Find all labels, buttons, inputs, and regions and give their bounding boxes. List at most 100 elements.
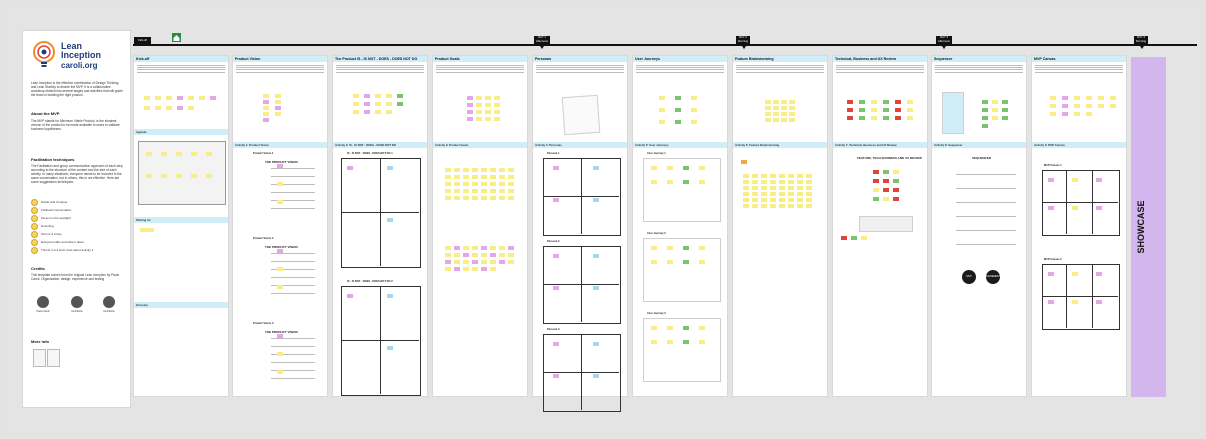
sticky-note[interactable] <box>481 196 487 200</box>
sticky-note[interactable] <box>859 100 865 104</box>
sticky-note[interactable] <box>797 174 803 178</box>
sticky-note[interactable] <box>277 249 283 253</box>
sticky-note[interactable] <box>263 94 269 98</box>
sticky-note[interactable] <box>364 102 370 106</box>
activity-column[interactable]: Sequencer Activity 8: Sequencer SEQUENCER M… <box>931 55 1027 397</box>
sticky-note[interactable] <box>499 246 505 250</box>
sticky-note[interactable] <box>651 180 657 184</box>
sticky-note[interactable] <box>667 246 673 250</box>
mvp-marker[interactable]: MVP <box>962 270 976 284</box>
sticky-note[interactable] <box>675 120 681 124</box>
sticky-note[interactable] <box>761 198 767 202</box>
sticky-note[interactable] <box>895 116 901 120</box>
sticky-note[interactable] <box>387 346 393 350</box>
sticky-note[interactable] <box>1050 104 1056 108</box>
sticky-note[interactable] <box>788 180 794 184</box>
sticky-note[interactable] <box>140 228 154 232</box>
sticky-note[interactable] <box>485 103 491 107</box>
sticky-note[interactable] <box>797 204 803 208</box>
sticky-note[interactable] <box>1062 96 1068 100</box>
sticky-note[interactable] <box>743 186 749 190</box>
sticky-note[interactable] <box>743 204 749 208</box>
sticky-note[interactable] <box>752 186 758 190</box>
sticky-note[interactable] <box>277 334 283 338</box>
sticky-note[interactable] <box>779 204 785 208</box>
showcase-panel[interactable]: SHOWCASE <box>1131 57 1166 397</box>
sticky-note[interactable] <box>797 192 803 196</box>
sticky-note[interactable] <box>851 236 857 240</box>
sticky-note[interactable] <box>651 246 657 250</box>
sticky-note[interactable] <box>871 116 877 120</box>
sticky-note[interactable] <box>1050 112 1056 116</box>
whiteboard-canvas[interactable]: Lean Inception caroli.org Lean Inception … <box>0 0 1206 439</box>
sticky-note[interactable] <box>699 340 705 344</box>
sticky-note[interactable] <box>593 374 599 378</box>
sticky-note[interactable] <box>683 246 689 250</box>
sticky-note[interactable] <box>485 117 491 121</box>
sticky-note[interactable] <box>992 108 998 112</box>
sticky-note[interactable] <box>155 106 161 110</box>
book-thumbnail[interactable] <box>33 349 46 367</box>
sticky-note[interactable] <box>770 192 776 196</box>
sticky-note[interactable] <box>454 260 460 264</box>
sticky-note[interactable] <box>992 116 998 120</box>
sticky-note[interactable] <box>770 180 776 184</box>
sticky-note[interactable] <box>481 267 487 271</box>
sticky-note[interactable] <box>982 108 988 112</box>
sticky-note[interactable] <box>593 286 599 290</box>
sticky-note[interactable] <box>659 96 665 100</box>
sticky-note[interactable] <box>683 166 689 170</box>
sticky-note[interactable] <box>146 174 152 178</box>
sticky-note[interactable] <box>494 96 500 100</box>
sticky-note[interactable] <box>781 112 787 116</box>
sticky-note[interactable] <box>490 196 496 200</box>
sticky-note[interactable] <box>683 340 689 344</box>
activity-column[interactable]: Personas Activity 4: Personas Persona 1 Per… <box>532 55 628 412</box>
sticky-note[interactable] <box>765 100 771 104</box>
sticky-note[interactable] <box>176 174 182 178</box>
sticky-note[interactable] <box>765 106 771 110</box>
sticky-note[interactable] <box>761 204 767 208</box>
sticky-note[interactable] <box>553 374 559 378</box>
sticky-note[interactable] <box>743 192 749 196</box>
sticky-note[interactable] <box>773 100 779 104</box>
sticky-note[interactable] <box>347 166 353 170</box>
sticky-note[interactable] <box>490 168 496 172</box>
sticky-note[interactable] <box>353 110 359 114</box>
sticky-note[interactable] <box>770 174 776 178</box>
sticky-note[interactable] <box>277 285 283 289</box>
sticky-note[interactable] <box>263 100 269 104</box>
sticky-note[interactable] <box>553 342 559 346</box>
sticky-note[interactable] <box>454 175 460 179</box>
sticky-note[interactable] <box>883 100 889 104</box>
sticky-note[interactable] <box>1096 206 1102 210</box>
activity-column[interactable]: Technical, Business and UX Review Activit… <box>832 55 928 397</box>
sticky-note[interactable] <box>982 124 988 128</box>
activity-column[interactable]: The Product IS - IS NOT - DOES - DOES NO… <box>332 55 428 397</box>
sticky-note[interactable] <box>806 180 812 184</box>
sticky-note[interactable] <box>651 166 657 170</box>
sticky-note[interactable] <box>893 197 899 201</box>
sticky-note[interactable] <box>781 100 787 104</box>
sticky-note[interactable] <box>472 196 478 200</box>
sticky-note[interactable] <box>593 166 599 170</box>
sticky-note[interactable] <box>871 108 877 112</box>
sticky-note[interactable] <box>797 180 803 184</box>
sticky-note[interactable] <box>743 198 749 202</box>
sticky-note[interactable] <box>752 192 758 196</box>
sticky-note[interactable] <box>275 112 281 116</box>
sticky-note[interactable] <box>499 260 505 264</box>
sticky-note[interactable] <box>481 246 487 250</box>
activity-column[interactable]: User Journeys Activity 5: User Journeys Us… <box>632 55 728 397</box>
sticky-note[interactable] <box>1048 206 1054 210</box>
sticky-note[interactable] <box>806 192 812 196</box>
sticky-note[interactable] <box>773 118 779 122</box>
sticky-note[interactable] <box>883 170 889 174</box>
sticky-note[interactable] <box>761 186 767 190</box>
sticky-note[interactable] <box>481 253 487 257</box>
activity-column[interactable]: Feature Brainstorming Activity 6: Feature… <box>732 55 828 397</box>
sticky-note[interactable] <box>490 253 496 257</box>
sticky-note[interactable] <box>871 100 877 104</box>
sticky-note[interactable] <box>191 174 197 178</box>
sticky-note[interactable] <box>210 96 216 100</box>
